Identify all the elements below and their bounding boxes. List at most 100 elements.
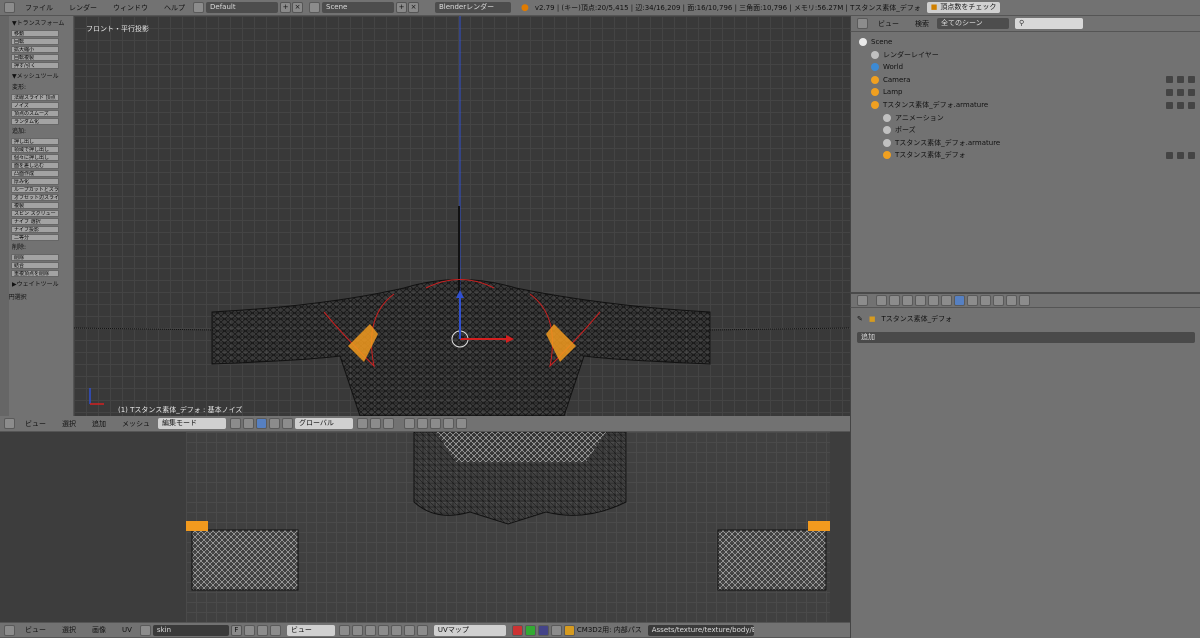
manipulator-icon[interactable] bbox=[256, 418, 267, 429]
transform-tool-button[interactable]: 押す/引く bbox=[11, 62, 59, 69]
uv-snap-icon[interactable] bbox=[403, 624, 415, 636]
add-tool-button[interactable]: 押し出し bbox=[11, 138, 59, 145]
render-icon[interactable] bbox=[1188, 88, 1195, 96]
outliner-item[interactable]: Scene bbox=[851, 36, 1200, 48]
uv-arm-right-island[interactable] bbox=[717, 529, 827, 591]
properties-editor-icon[interactable] bbox=[857, 295, 868, 306]
transform-panel-title[interactable]: ▼トランスフォーム bbox=[0, 16, 73, 29]
shading-icon[interactable] bbox=[230, 418, 241, 429]
open-image-icon[interactable] bbox=[256, 624, 268, 636]
layout-selector[interactable]: Default bbox=[206, 2, 278, 13]
visibility-icons[interactable] bbox=[1166, 76, 1195, 84]
uv-image-editor[interactable] bbox=[0, 432, 850, 622]
eye-icon[interactable] bbox=[1166, 76, 1173, 84]
image-editor-icon[interactable] bbox=[4, 624, 15, 636]
render-icon[interactable] bbox=[1188, 76, 1195, 84]
image-browse-icon[interactable] bbox=[139, 624, 151, 636]
green-channel-icon[interactable] bbox=[524, 624, 536, 636]
uv-image-area[interactable] bbox=[186, 432, 830, 622]
eye-icon[interactable] bbox=[1166, 88, 1173, 96]
cursor-icon[interactable] bbox=[1177, 88, 1184, 96]
add-tool-button[interactable]: オフセット辺スライド bbox=[11, 194, 59, 201]
add-tool-button[interactable]: 面を差し込む bbox=[11, 162, 59, 169]
eye-icon[interactable] bbox=[1166, 101, 1173, 109]
face-select-icon[interactable] bbox=[383, 418, 394, 429]
outliner-item[interactable]: Camera bbox=[851, 74, 1200, 86]
outliner-item[interactable]: Tスタンス素体_デフォ bbox=[851, 149, 1200, 161]
visibility-icons[interactable] bbox=[1166, 151, 1195, 159]
3d-viewport[interactable]: フロント・平行投影 (1) Tスタンス素体_デフォ : 基本ノイズ bbox=[74, 16, 850, 416]
scene-selector[interactable]: Scene bbox=[322, 2, 394, 13]
world-tab-icon[interactable] bbox=[915, 295, 926, 306]
constraints-tab-icon[interactable] bbox=[941, 295, 952, 306]
menu-file[interactable]: ファイル bbox=[17, 3, 61, 13]
pin-icon[interactable] bbox=[269, 624, 281, 636]
layer-icon[interactable] bbox=[443, 418, 454, 429]
eye-icon[interactable] bbox=[1166, 151, 1173, 159]
pivot-uv-icon[interactable] bbox=[338, 624, 350, 636]
uv-select-mode-icon[interactable] bbox=[364, 624, 376, 636]
remove-scene-button[interactable]: × bbox=[408, 2, 419, 13]
menu-render[interactable]: レンダー bbox=[61, 3, 105, 13]
transform-tool-button[interactable]: 回転 bbox=[11, 38, 59, 45]
3d-view-editor-icon[interactable] bbox=[4, 418, 15, 429]
proportional-edit-icon[interactable] bbox=[404, 418, 415, 429]
uv-chest-island[interactable] bbox=[436, 432, 606, 462]
visibility-icons[interactable] bbox=[1166, 101, 1195, 109]
object-tab-icon[interactable] bbox=[928, 295, 939, 306]
info-editor-icon[interactable] bbox=[4, 2, 15, 13]
remove-tool-button[interactable]: 重複頂点を削除 bbox=[11, 270, 59, 277]
cursor-icon[interactable] bbox=[1177, 101, 1184, 109]
image-name-field[interactable]: skin bbox=[152, 624, 229, 636]
add-tool-button[interactable]: 厚み化 bbox=[11, 178, 59, 185]
circle-select-panel-title[interactable]: ▼円選択 bbox=[0, 290, 73, 303]
render-layers-tab-icon[interactable] bbox=[889, 295, 900, 306]
display-channel-icon[interactable] bbox=[537, 624, 549, 636]
add-layout-button[interactable]: + bbox=[280, 2, 291, 13]
particles-tab-icon[interactable] bbox=[1006, 295, 1017, 306]
weight-tools-panel-title[interactable]: ▶ウェイトツール bbox=[0, 277, 73, 290]
edge-select-icon[interactable] bbox=[370, 418, 381, 429]
uv-arm-left-island[interactable] bbox=[191, 529, 299, 591]
new-image-icon[interactable] bbox=[243, 624, 255, 636]
outliner-menu-search[interactable]: 検索 bbox=[907, 19, 937, 29]
add-tool-button[interactable]: 凸面作成 bbox=[11, 170, 59, 177]
snap-element-icon[interactable] bbox=[430, 418, 441, 429]
menu-window[interactable]: ウィンドウ bbox=[105, 3, 156, 13]
snap-icon[interactable] bbox=[417, 418, 428, 429]
rotate-icon[interactable] bbox=[282, 418, 293, 429]
translate-icon[interactable] bbox=[269, 418, 280, 429]
remove-tool-button[interactable]: 削除 bbox=[11, 254, 59, 261]
scene-tab-icon[interactable] bbox=[902, 295, 913, 306]
visibility-icons[interactable] bbox=[1166, 88, 1195, 96]
deform-tool-button[interactable]: 頂点のスムーズ bbox=[11, 110, 59, 117]
remove-tool-button[interactable]: 結合 bbox=[11, 262, 59, 269]
deform-tool-button[interactable]: 法線スライド 頂点 bbox=[11, 94, 59, 101]
uv-proportional-icon[interactable] bbox=[390, 624, 402, 636]
uv-menu-uv[interactable]: UV bbox=[114, 626, 140, 634]
material-tab-icon[interactable] bbox=[980, 295, 991, 306]
uv-map-selector[interactable]: UVマップ bbox=[433, 624, 506, 636]
add-tool-button[interactable]: ナイフ投影 bbox=[11, 226, 59, 233]
scene-filter-selector[interactable]: 全てのシーン bbox=[937, 18, 1009, 29]
menu-help[interactable]: ヘルプ bbox=[156, 3, 193, 13]
modifiers-tab-icon[interactable] bbox=[954, 295, 965, 306]
transform-tool-button[interactable]: 拡大縮小 bbox=[11, 46, 59, 53]
outliner-item[interactable]: World bbox=[851, 61, 1200, 73]
pin-context-icon[interactable]: ✎ bbox=[857, 315, 863, 323]
remove-layout-button[interactable]: × bbox=[292, 2, 303, 13]
uv-menu-view[interactable]: ビュー bbox=[17, 625, 54, 635]
sync-select-icon[interactable] bbox=[351, 624, 363, 636]
mode-selector[interactable]: 編集モード bbox=[158, 418, 226, 429]
add-scene-button[interactable]: + bbox=[396, 2, 407, 13]
texture-tab-icon[interactable] bbox=[993, 295, 1004, 306]
outliner-editor-icon[interactable] bbox=[857, 18, 868, 29]
outliner-item[interactable]: Tスタンス素体_デフォ.armature bbox=[851, 137, 1200, 149]
red-channel-icon[interactable] bbox=[511, 624, 523, 636]
view-mode-selector[interactable]: ビュー bbox=[286, 624, 335, 636]
add-tool-button[interactable]: 個々に押し出し bbox=[11, 154, 59, 161]
deform-tool-button[interactable]: ランダム化 bbox=[11, 118, 59, 125]
layout-icon[interactable] bbox=[193, 2, 204, 13]
add-tool-button[interactable]: ループカットとスライド bbox=[11, 186, 59, 193]
render-icon[interactable] bbox=[1188, 151, 1195, 159]
